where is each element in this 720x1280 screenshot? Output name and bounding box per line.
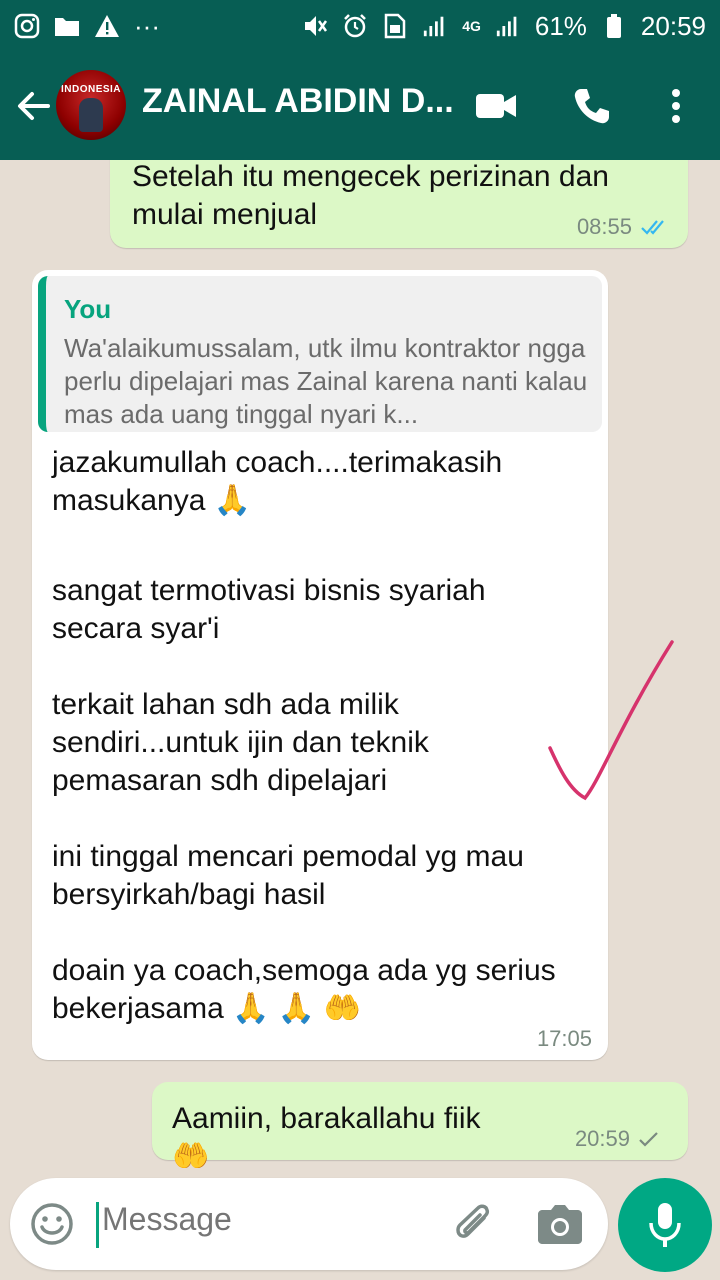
sim-icon xyxy=(382,13,408,39)
status-time: 20:59 xyxy=(640,10,706,41)
message-time: 20:59 xyxy=(574,1126,630,1151)
quote-author: You xyxy=(64,294,112,324)
text-cursor xyxy=(96,1202,99,1248)
message-paragraph: jazakumullah coach....terimakasih masuka… xyxy=(52,446,511,517)
phone-icon[interactable] xyxy=(570,84,614,128)
mute-icon xyxy=(302,13,328,39)
message-input[interactable] xyxy=(100,1200,424,1239)
sent-tick-icon xyxy=(639,1132,658,1147)
avatar-text: INDONESIA xyxy=(60,84,122,95)
message-meta: 20:59 xyxy=(575,1126,660,1152)
message-bubble-outgoing[interactable]: Aamiin, barakallahu fiik 🤲 20:59 xyxy=(152,1082,688,1173)
status-bar-left: ··· xyxy=(14,11,160,42)
message-paragraph: sangat termotivasi bisnis syariah secara… xyxy=(52,574,494,645)
folder-icon xyxy=(54,13,80,39)
warning-icon xyxy=(94,13,120,39)
battery-percent: 61% xyxy=(534,10,587,41)
read-ticks-icon xyxy=(641,220,664,235)
message-meta: 17:05 xyxy=(537,1026,592,1052)
message-bubble-outgoing[interactable]: Setelah itu mengecek perizinan dan mulai… xyxy=(110,160,688,248)
camera-icon[interactable] xyxy=(536,1202,584,1246)
video-call-icon[interactable] xyxy=(474,84,518,128)
message-composer xyxy=(10,1178,608,1270)
message-paragraph: doain ya coach,semoga ada yg serius beke… xyxy=(52,954,564,1025)
mic-icon xyxy=(649,1203,681,1247)
status-bar-right: 4G 61% 20:59 xyxy=(302,11,706,42)
overflow-dots: ··· xyxy=(134,10,160,41)
battery-icon xyxy=(601,13,627,39)
more-vert-icon[interactable] xyxy=(654,84,698,128)
network-type: 4G xyxy=(462,18,481,34)
message-meta: 08:55 xyxy=(577,214,670,240)
signal-icon xyxy=(422,13,448,39)
quote-text: Wa'alaikumussalam, utk ilmu kontraktor n… xyxy=(64,333,588,429)
message-paragraph: terkait lahan sdh ada milik sendiri...un… xyxy=(52,688,438,797)
chat-area[interactable]: Setelah itu mengecek perizinan dan mulai… xyxy=(0,160,720,1175)
message-paragraph: ini tinggal mencari pemodal yg mau bersy… xyxy=(52,840,533,911)
quoted-message[interactable]: You Wa'alaikumussalam, utk ilmu kontrakt… xyxy=(38,276,602,432)
avatar[interactable]: INDONESIA xyxy=(56,70,126,140)
contact-name[interactable]: ZAINAL ABIDIN D... xyxy=(142,82,454,121)
chat-header: INDONESIA ZAINAL ABIDIN D... xyxy=(0,52,720,160)
avatar-person-shape xyxy=(79,98,103,132)
message-bubble-incoming[interactable]: You Wa'alaikumussalam, utk ilmu kontrakt… xyxy=(32,270,608,1060)
instagram-icon xyxy=(14,13,40,39)
message-time: 08:55 xyxy=(576,214,632,239)
message-text: Aamiin, barakallahu fiik 🤲 xyxy=(172,1102,489,1173)
signal-icon-2 xyxy=(495,13,521,39)
mic-button[interactable] xyxy=(618,1178,712,1272)
back-arrow-icon[interactable] xyxy=(12,84,56,128)
attach-icon[interactable] xyxy=(450,1200,498,1248)
alarm-icon xyxy=(342,13,368,39)
status-bar: ··· 4G 61% 20:59 xyxy=(0,0,720,52)
check-mark-annotation-icon xyxy=(548,640,674,801)
emoji-icon[interactable] xyxy=(30,1202,74,1246)
message-time: 17:05 xyxy=(536,1026,592,1051)
